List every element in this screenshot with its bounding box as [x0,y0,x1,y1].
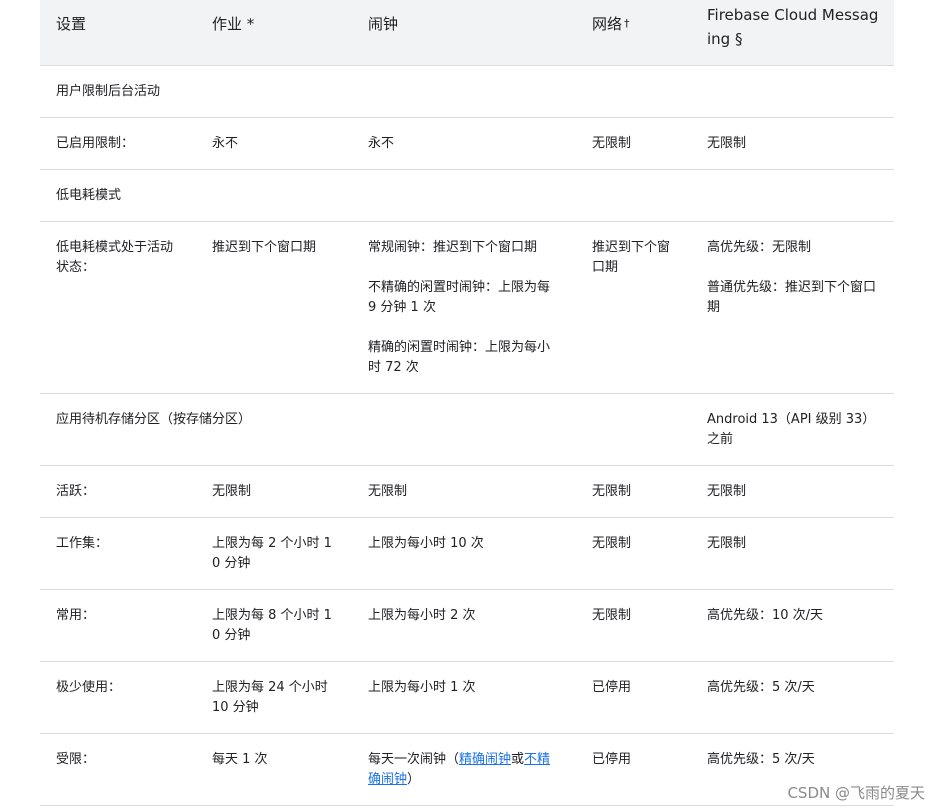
alarms-prefix: 每天一次闹钟（ [368,752,460,767]
alarms-suffix: ） [407,772,421,787]
fcm-value: 无限制 [707,536,747,551]
fcm-value: 高优先级：10 次/天 [707,608,824,623]
row-label: 受限： [56,752,96,767]
header-network-footnote-mark: † [624,17,630,30]
exact-alarms-link[interactable]: 精确闹钟 [459,752,511,767]
fcm-normal-priority: 普通优先级：推迟到下个窗口期 [707,280,877,315]
alarms-value: 上限为每小时 10 次 [368,536,484,551]
alarms-value: 每天一次闹钟（精确闹钟或不精确闹钟） [352,734,576,805]
network-value: 无限制 [592,136,632,151]
row-label: 极少使用： [56,680,122,695]
watermark: CSDN @飞雨的夏天 [787,784,925,802]
table-row: 常用： 上限为每 8 个小时 10 分钟 上限为每小时 2 次 无限制 高优先级… [40,590,894,662]
header-network-label: 网络 [592,15,623,33]
row-label: 常用： [56,608,96,623]
alarms-inexact-idle: 不精确的闲置时闹钟：上限为每 9 分钟 1 次 [368,280,551,315]
table-header: 设置 作业 * 闹钟 网络 † Firebase Cloud Messaging … [40,0,894,66]
header-jobs: 作业 * [212,15,255,33]
section-title: 应用待机存储分区（按存储分区） [56,412,252,427]
alarms-exact-idle: 精确的闲置时闹钟：上限为每小时 72 次 [368,340,551,375]
fcm-value: 高优先级：5 次/天 [707,680,815,695]
alarms-value: 常规闹钟：推迟到下个窗口期 不精确的闲置时闹钟：上限为每 9 分钟 1 次 精确… [352,222,576,393]
fcm-high-priority: 高优先级：无限制 [707,240,812,255]
jobs-value: 上限为每 2 个小时 10 分钟 [212,536,332,571]
alarms-regular: 常规闹钟：推迟到下个窗口期 [368,240,538,255]
section-low-power: 低电耗模式 [40,170,894,222]
network-value: 已停用 [592,752,632,767]
section-title: 用户限制后台活动 [56,84,161,99]
header-settings: 设置 [56,15,87,33]
network-value: 无限制 [592,608,632,623]
network-value: 已停用 [592,680,632,695]
table-row: 工作集： 上限为每 2 个小时 10 分钟 上限为每小时 10 次 无限制 无限… [40,518,894,590]
table-row: 低电耗模式处于活动状态： 推迟到下个窗口期 常规闹钟：推迟到下个窗口期 不精确的… [40,222,894,394]
jobs-value: 永不 [212,136,239,151]
alarms-value: 永不 [368,136,395,151]
network-value: 推迟到下个窗口期 [592,240,671,275]
section-title: 低电耗模式 [56,188,122,203]
header-alarms: 闹钟 [368,15,399,33]
jobs-value: 每天 1 次 [212,752,268,767]
fcm-value: 高优先级：无限制 普通优先级：推迟到下个窗口期 [691,222,894,393]
alarms-connector: 或 [511,752,525,767]
table-row: 受限： 每天 1 次 每天一次闹钟（精确闹钟或不精确闹钟） 已停用 高优先级：5… [40,734,894,806]
restrictions-table: 设置 作业 * 闹钟 网络 † Firebase Cloud Messaging … [40,0,894,806]
row-label: 工作集： [56,536,109,551]
header-network: 网络 † [576,0,691,65]
row-label: 低电耗模式处于活动状态： [56,240,174,275]
header-fcm: Firebase Cloud Messaging § [707,6,879,48]
network-value: 无限制 [592,484,632,499]
row-label: 活跃： [56,484,96,499]
jobs-value: 上限为每 24 个小时 10 分钟 [212,680,328,715]
alarms-value: 上限为每小时 2 次 [368,608,476,623]
table-row: 已启用限制： 永不 永不 无限制 无限制 [40,118,894,170]
alarms-value: 上限为每小时 1 次 [368,680,476,695]
section-standby-buckets: 应用待机存储分区（按存储分区） Android 13（API 级别 33）之前 [40,394,894,466]
table-row: 活跃： 无限制 无限制 无限制 无限制 [40,466,894,518]
section-user-restriction: 用户限制后台活动 [40,66,894,118]
fcm-value: 无限制 [707,484,747,499]
row-label: 已启用限制： [56,136,135,151]
jobs-value: 无限制 [212,484,252,499]
alarms-value: 无限制 [368,484,408,499]
fcm-value: 无限制 [707,136,747,151]
network-value: 无限制 [592,536,632,551]
jobs-value: 上限为每 8 个小时 10 分钟 [212,608,332,643]
fcm-note: Android 13（API 级别 33）之前 [707,412,876,447]
table-row: 极少使用： 上限为每 24 个小时 10 分钟 上限为每小时 1 次 已停用 高… [40,662,894,734]
jobs-value: 推迟到下个窗口期 [212,240,317,255]
